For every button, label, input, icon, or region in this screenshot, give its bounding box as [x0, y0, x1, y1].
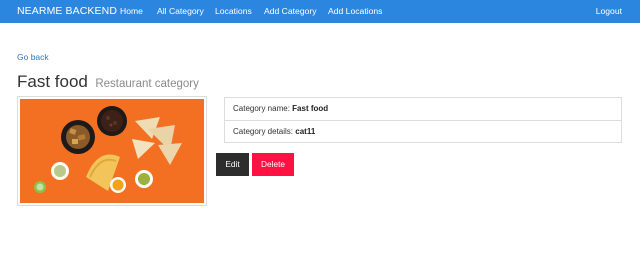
logout-link[interactable]: Logout [596, 6, 622, 16]
category-details-row: Category details: cat11 [225, 120, 621, 142]
category-title: Fast food [17, 72, 88, 91]
top-navbar: NEARME BACKEND Home All Category Locatio… [0, 0, 640, 23]
category-subtitle: Restaurant category [95, 78, 199, 90]
category-image-frame [17, 96, 207, 206]
nav-link-home[interactable]: Home [120, 6, 143, 16]
category-details-value: cat11 [295, 127, 316, 136]
delete-button[interactable]: Delete [252, 153, 294, 176]
edit-button[interactable]: Edit [216, 153, 249, 176]
category-name-row: Category name: Fast food [225, 98, 621, 120]
category-details-table: Category name: Fast food Category detail… [224, 97, 622, 143]
fast-food-photo [20, 99, 204, 203]
nav-link-add-locations[interactable]: Add Locations [328, 6, 382, 16]
category-details-label: Category details: [233, 127, 294, 136]
nav-link-all-category[interactable]: All Category [157, 6, 204, 16]
category-name-value: Fast food [292, 104, 329, 113]
category-name-label: Category name: [233, 104, 290, 113]
go-back-link[interactable]: Go back [17, 52, 49, 62]
brand-logo[interactable]: NEARME BACKEND [17, 5, 117, 17]
page-title: Fast food Restaurant category [17, 72, 199, 92]
nav-link-add-category[interactable]: Add Category [264, 6, 317, 16]
nav-link-locations[interactable]: Locations [215, 6, 252, 16]
